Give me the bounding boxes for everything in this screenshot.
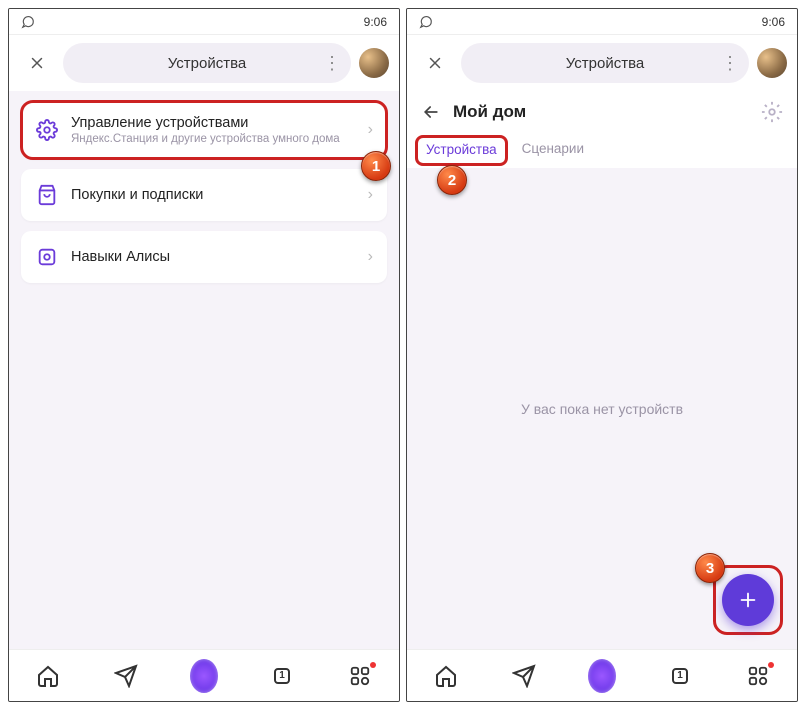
tab-devices[interactable]: Устройства [415,135,508,166]
notification-dot [370,662,376,668]
tab-scenarios[interactable]: Сценарии [512,133,594,168]
nav-home-icon[interactable] [432,662,460,690]
card-manage-devices[interactable]: Управление устройствами Яндекс.Станция и… [21,101,387,159]
step-badge-1: 1 [361,151,391,181]
step-badge-3: 3 [695,553,725,583]
nav-tabs-icon[interactable]: 1 [268,662,296,690]
close-button[interactable] [417,45,453,81]
bottom-nav: 1 [407,649,797,701]
empty-text: У вас пока нет устройств [521,401,683,417]
more-icon[interactable]: ⋮ [721,53,737,74]
header-pill[interactable]: Устройства ⋮ [461,43,749,83]
chevron-right-icon: › [368,186,373,204]
tabs-count: 1 [279,670,285,681]
avatar[interactable] [359,48,389,78]
phone-screen-1: 9:06 Устройства ⋮ Управление устройствам… [8,8,400,702]
settings-icon[interactable] [761,101,783,123]
skills-icon [35,245,59,269]
card-title: Управление устройствами [71,115,356,131]
top-bar: Устройства ⋮ [407,35,797,91]
nav-send-icon[interactable] [510,662,538,690]
notification-dot [768,662,774,668]
whatsapp-icon [21,15,35,29]
nav-menu-icon[interactable] [744,662,772,690]
home-title: Мой дом [453,102,749,122]
header-title: Устройства [566,55,644,72]
card-subtitle: Яндекс.Станция и другие устройства умног… [71,133,356,145]
nav-alice-button[interactable] [588,662,616,690]
step-badge-2: 2 [437,165,467,195]
card-alice-skills[interactable]: Навыки Алисы › [21,231,387,283]
more-icon[interactable]: ⋮ [323,53,339,74]
fab-highlight [713,565,783,635]
chevron-right-icon: › [368,248,373,266]
alice-icon [190,659,218,693]
avatar[interactable] [757,48,787,78]
chevron-right-icon: › [368,121,373,139]
add-device-fab[interactable] [722,574,774,626]
status-bar: 9:06 [9,9,399,35]
tabs-count: 1 [677,670,683,681]
content-area: Мой дом Устройства Сценарии 2 У вас пока… [407,91,797,649]
gear-icon [35,118,59,142]
clock: 9:06 [364,15,387,29]
top-bar: Устройства ⋮ [9,35,399,91]
bottom-nav: 1 [9,649,399,701]
tab-bar: Устройства Сценарии 2 [407,133,797,168]
back-button[interactable] [421,102,441,122]
nav-alice-button[interactable] [190,662,218,690]
content-area: Управление устройствами Яндекс.Станция и… [9,91,399,649]
clock: 9:06 [762,15,785,29]
nav-home-icon[interactable] [34,662,62,690]
card-purchases[interactable]: Покупки и подписки › [21,169,387,221]
shopping-bag-icon [35,183,59,207]
home-header: Мой дом [407,91,797,133]
status-bar: 9:06 [407,9,797,35]
card-title: Навыки Алисы [71,249,356,265]
card-title: Покупки и подписки [71,187,356,203]
nav-send-icon[interactable] [112,662,140,690]
close-button[interactable] [19,45,55,81]
phone-screen-2: 9:06 Устройства ⋮ Мой дом Устройства [406,8,798,702]
nav-menu-icon[interactable] [346,662,374,690]
alice-icon [588,659,616,693]
whatsapp-icon [419,15,433,29]
header-title: Устройства [168,55,246,72]
header-pill[interactable]: Устройства ⋮ [63,43,351,83]
nav-tabs-icon[interactable]: 1 [666,662,694,690]
